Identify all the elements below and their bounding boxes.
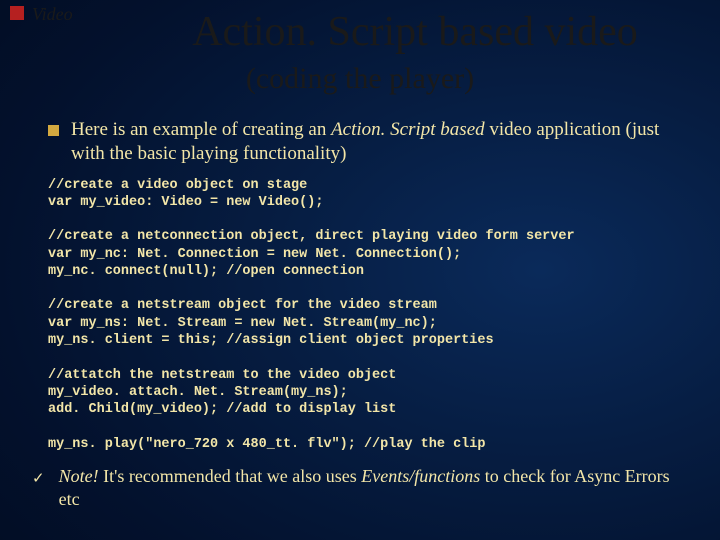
code-block: //create a video object on stage var my_…: [48, 177, 690, 453]
bullet-square-icon: [48, 125, 59, 136]
note-item: ✓ Note! It's recommended that we also us…: [48, 465, 690, 512]
note-mid: It's recommended that we also uses: [99, 466, 362, 486]
bullet-item: Here is an example of creating an Action…: [48, 118, 690, 167]
check-icon: ✓: [32, 469, 45, 488]
note-text: Note! It's recommended that we also uses…: [59, 465, 690, 512]
slide-subtitle: (coding the player): [0, 62, 720, 96]
slide-title: Action. Script based video: [130, 8, 700, 56]
section-label: Video: [32, 4, 73, 25]
bullet-text: Here is an example of creating an Action…: [71, 118, 690, 167]
slide-body: Here is an example of creating an Action…: [48, 118, 690, 512]
note-label: Note!: [59, 466, 99, 486]
note-emphasis: Events/functions: [361, 466, 480, 486]
top-bullet-square: [10, 6, 24, 20]
bullet-emphasis: Action. Script based: [331, 119, 485, 140]
bullet-lead: Here is an example of creating an: [71, 119, 331, 140]
